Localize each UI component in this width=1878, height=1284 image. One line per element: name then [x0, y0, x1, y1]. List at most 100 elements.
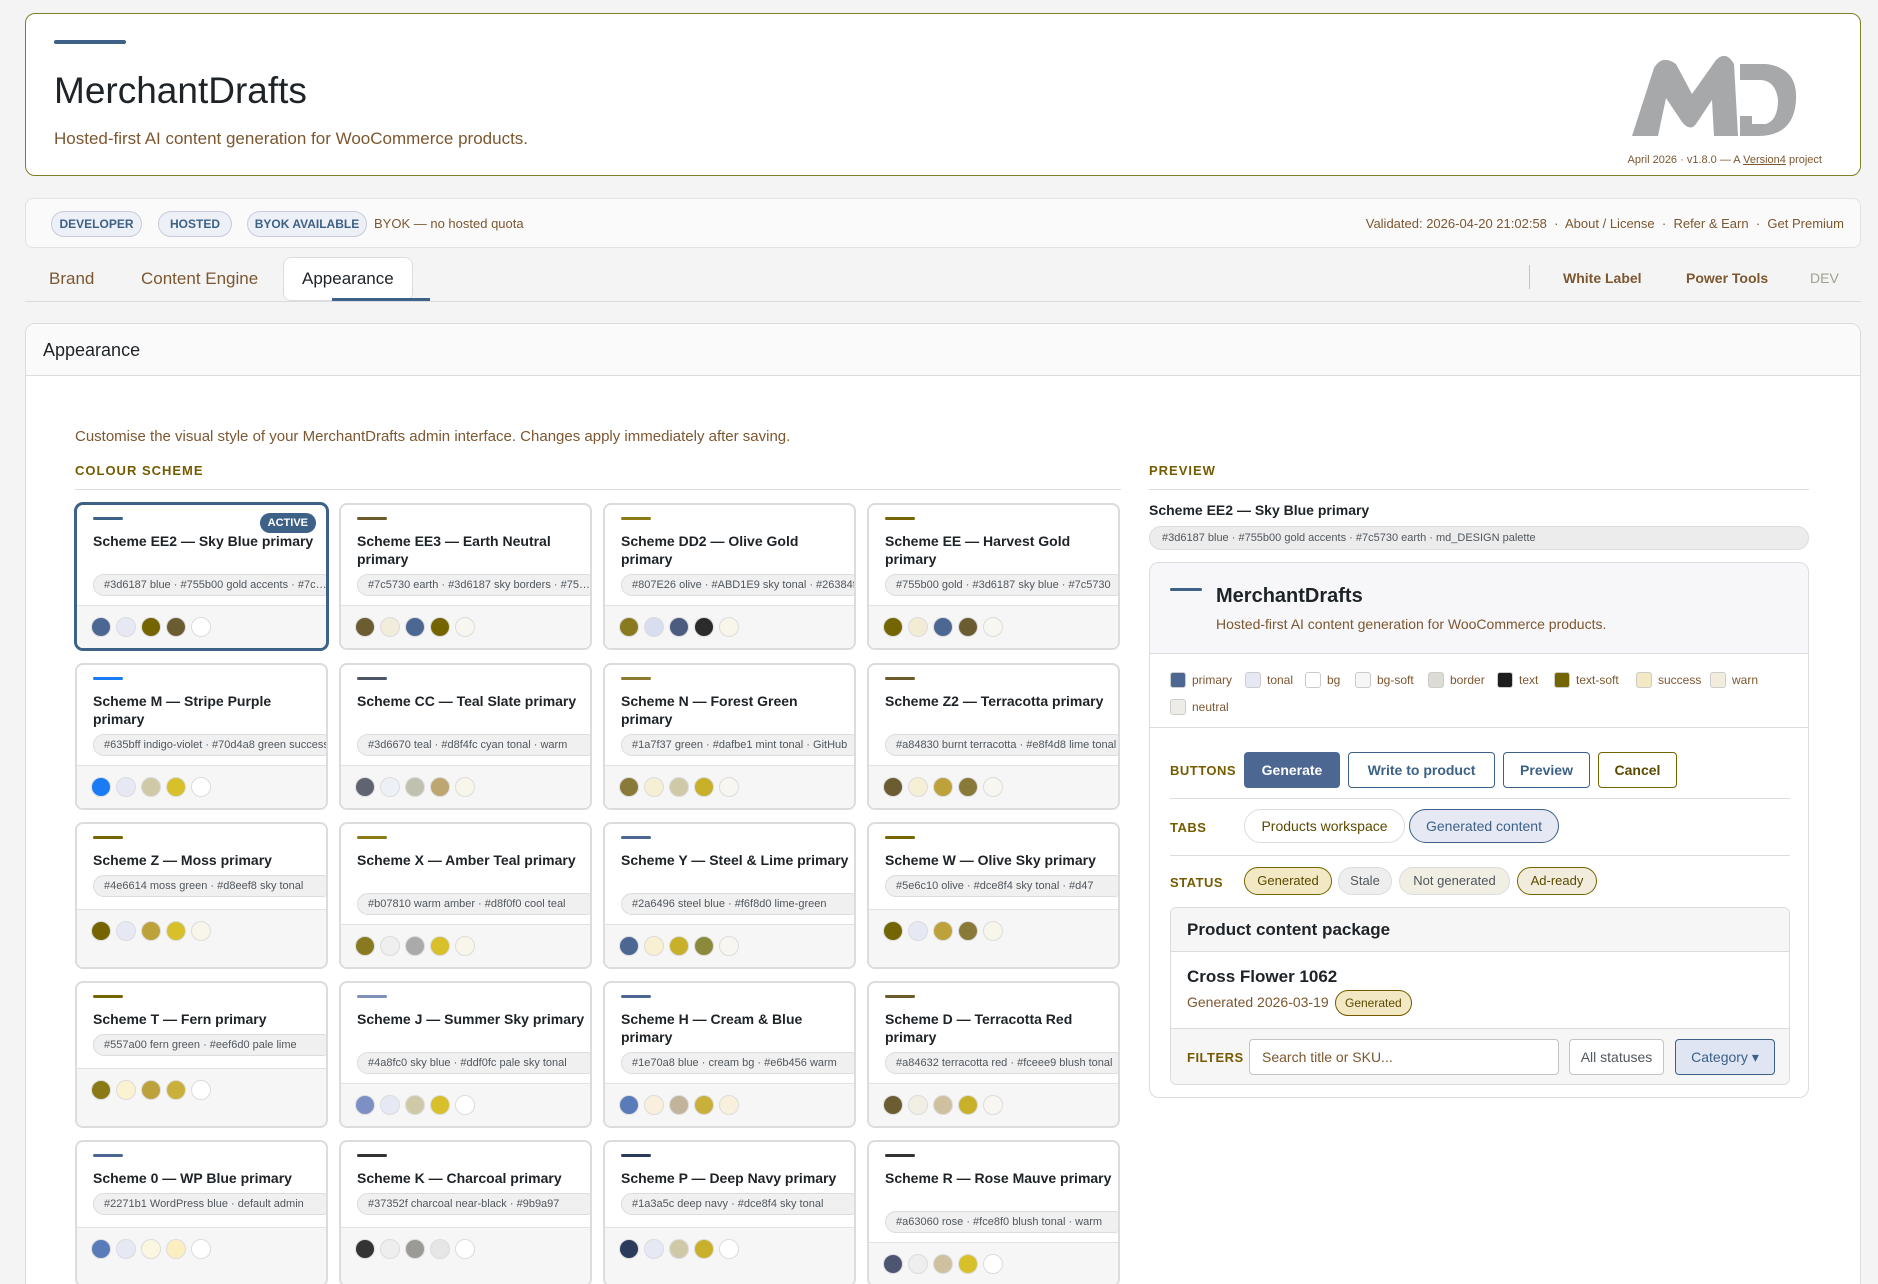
- tab-power-tools[interactable]: Power Tools: [1686, 270, 1768, 286]
- color-swatch: [983, 1254, 1003, 1274]
- cancel-button[interactable]: Cancel: [1598, 752, 1677, 788]
- tab-appearance[interactable]: Appearance: [283, 257, 413, 301]
- scheme-card[interactable]: Scheme EE — Harvest Gold primary #755b00 …: [867, 503, 1120, 650]
- scheme-accent-line: [357, 995, 387, 998]
- scheme-card[interactable]: Scheme D — Terracotta Red primary #a84632…: [867, 981, 1120, 1128]
- scheme-swatches: [605, 765, 854, 808]
- scheme-card[interactable]: Scheme P — Deep Navy primary #1a3a5c deep…: [603, 1140, 856, 1284]
- token-success: success: [1636, 672, 1701, 688]
- scheme-card[interactable]: Scheme CC — Teal Slate primary #3d6670 te…: [339, 663, 592, 810]
- scheme-card[interactable]: Scheme EE3 — Earth Neutral primary #7c573…: [339, 503, 592, 650]
- color-swatch: [933, 617, 953, 637]
- scheme-tags: #7c5730 earth · #3d6187 sky borders · #7…: [357, 574, 590, 596]
- scheme-name: Scheme 0 — WP Blue primary: [93, 1170, 292, 1186]
- color-swatch: [669, 1095, 689, 1115]
- scheme-tags: #3d6670 teal · #d8f4fc cyan tonal · warm: [357, 734, 590, 756]
- version-text: April 2026 · v1.8.0 — A: [1627, 154, 1741, 166]
- scheme-tags: #2271b1 WordPress blue · default admin: [93, 1193, 326, 1215]
- color-swatch: [644, 777, 664, 797]
- scheme-accent-line: [357, 677, 387, 680]
- get-premium-link[interactable]: Get Premium: [1767, 216, 1844, 231]
- tab-content-engine[interactable]: Content Engine: [123, 258, 276, 300]
- about-license-link[interactable]: About / License: [1565, 216, 1655, 231]
- search-input[interactable]: Search title or SKU...: [1249, 1039, 1559, 1075]
- scheme-swatches: [341, 605, 590, 648]
- tab-white-label[interactable]: White Label: [1563, 270, 1642, 286]
- package-title: Product content package: [1171, 908, 1789, 952]
- refer-earn-link[interactable]: Refer & Earn: [1673, 216, 1748, 231]
- scheme-name: Scheme P — Deep Navy primary: [621, 1170, 837, 1186]
- scheme-swatches: [341, 1083, 590, 1126]
- color-swatch: [166, 1239, 186, 1259]
- scheme-card[interactable]: Scheme W — Olive Sky primary #5e6c10 oliv…: [867, 822, 1120, 969]
- color-swatch: [669, 617, 689, 637]
- color-swatch: [355, 777, 375, 797]
- scheme-card[interactable]: Scheme DD2 — Olive Gold primary #807E26 o…: [603, 503, 856, 650]
- color-swatch: [355, 617, 375, 637]
- preview-box: MerchantDrafts Hosted-first AI content g…: [1149, 562, 1809, 1098]
- scheme-name: Scheme D — Terracotta Red primary: [885, 1011, 1073, 1045]
- color-swatch: [694, 936, 714, 956]
- scheme-card[interactable]: Scheme N — Forest Green primary #1a7f37 g…: [603, 663, 856, 810]
- color-swatch: [983, 617, 1003, 637]
- token-label: bg-soft: [1377, 673, 1414, 687]
- version4-link[interactable]: Version4: [1743, 154, 1786, 166]
- status-stale: Stale: [1338, 867, 1392, 895]
- preview-button[interactable]: Preview: [1503, 752, 1590, 788]
- token-label: warn: [1732, 673, 1759, 687]
- token-warn: warn: [1710, 672, 1758, 688]
- tab-dev[interactable]: DEV: [1810, 270, 1839, 286]
- scheme-card[interactable]: Scheme J — Summer Sky primary #4a8fc0 sky…: [339, 981, 592, 1128]
- color-swatch: [380, 777, 400, 797]
- scheme-accent-line: [885, 1154, 915, 1157]
- scheme-tags: #1a3a5c deep navy · #dce8f4 sky tonal: [621, 1193, 854, 1215]
- color-swatch: [619, 1239, 639, 1259]
- scheme-accent-line: [93, 1154, 123, 1157]
- statusbar-right: Validated: 2026-04-20 21:02:58 · About /…: [1366, 216, 1844, 231]
- preview-tab-generated[interactable]: Generated content: [1409, 809, 1559, 843]
- color-swatch: [669, 1239, 689, 1259]
- scheme-card[interactable]: Scheme 0 — WP Blue primary #2271b1 WordPr…: [75, 1140, 328, 1284]
- color-swatch: [380, 1095, 400, 1115]
- active-badge: ACTIVE: [259, 513, 316, 533]
- token-swatch: [1245, 672, 1261, 688]
- scheme-card[interactable]: Scheme Z — Moss primary #4e6614 moss gree…: [75, 822, 328, 969]
- generate-button[interactable]: Generate: [1244, 752, 1340, 788]
- color-swatch: [644, 1095, 664, 1115]
- preview-tab-products[interactable]: Products workspace: [1244, 809, 1405, 843]
- byok-note: BYOK — no hosted quota: [374, 216, 524, 231]
- scheme-tags: #5e6c10 olive · #dce8f4 sky tonal · #d47: [885, 875, 1118, 897]
- color-swatch: [405, 1095, 425, 1115]
- scheme-swatches: [77, 765, 326, 808]
- scheme-card[interactable]: Scheme Z2 — Terracotta primary #a84830 bu…: [867, 663, 1120, 810]
- product-name: Cross Flower 1062: [1187, 967, 1338, 986]
- developer-chip: DEVELOPER: [51, 211, 142, 237]
- scheme-card[interactable]: Scheme R — Rose Mauve primary #a63060 ros…: [867, 1140, 1120, 1284]
- token-swatch: [1636, 672, 1652, 688]
- color-swatch: [405, 936, 425, 956]
- token-label: tonal: [1267, 673, 1294, 687]
- color-swatch: [719, 1095, 739, 1115]
- write-to-product-button[interactable]: Write to product: [1348, 752, 1495, 788]
- color-swatch: [430, 617, 450, 637]
- scheme-card[interactable]: Scheme K — Charcoal primary #37352f charc…: [339, 1140, 592, 1284]
- scheme-card[interactable]: Scheme M — Stripe Purple primary #635bff …: [75, 663, 328, 810]
- token-label: primary: [1192, 673, 1233, 687]
- scheme-card[interactable]: Scheme EE2 — Sky Blue primary #3d6187 blu…: [75, 503, 328, 650]
- preview-header: MerchantDrafts Hosted-first AI content g…: [1150, 563, 1808, 654]
- preview-scheme-tags: #3d6187 blue · #755b00 gold accents · #7…: [1149, 526, 1809, 550]
- color-swatch: [116, 777, 136, 797]
- scheme-swatches: [869, 1083, 1118, 1126]
- color-swatch: [116, 1239, 136, 1259]
- scheme-card[interactable]: Scheme H — Cream & Blue primary #1e70a8 b…: [603, 981, 856, 1128]
- color-swatch: [644, 936, 664, 956]
- status-select[interactable]: All statuses: [1569, 1039, 1664, 1075]
- tab-brand[interactable]: Brand: [31, 258, 112, 300]
- scheme-card[interactable]: Scheme T — Fern primary #557a00 fern gree…: [75, 981, 328, 1128]
- scheme-card[interactable]: Scheme Y — Steel & Lime primary #2a6496 s…: [603, 822, 856, 969]
- token-label: text-soft: [1576, 673, 1619, 687]
- scheme-card[interactable]: Scheme X — Amber Teal primary #b07810 war…: [339, 822, 592, 969]
- scheme-accent-line: [357, 1154, 387, 1157]
- token-legend: primary tonal bg bg-soft border text text-soft…: [1150, 654, 1808, 728]
- category-dropdown[interactable]: Category ▾: [1675, 1039, 1775, 1075]
